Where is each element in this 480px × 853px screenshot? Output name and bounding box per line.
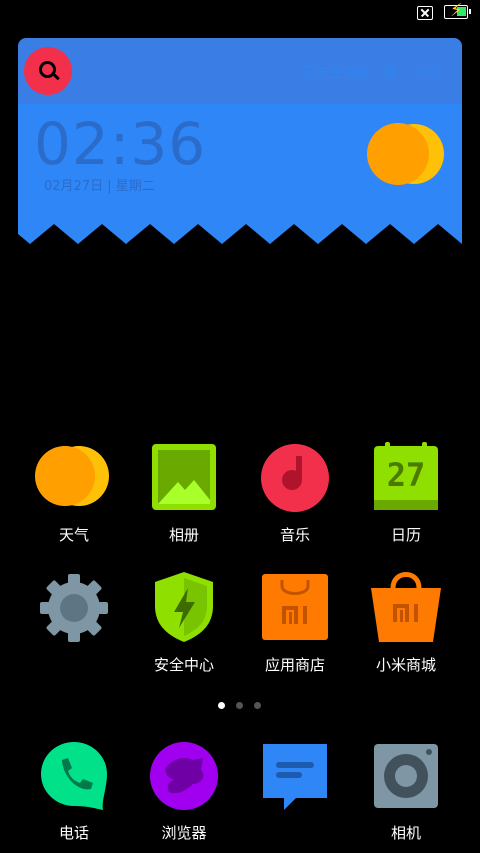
app-label: 小米商城 <box>375 656 436 674</box>
weather-sun-icon <box>367 123 444 185</box>
weather-summary[interactable]: 安宁庄南路 霾 7℃ <box>303 62 440 81</box>
app-label: 相册 <box>168 526 199 544</box>
sim-missing-icon <box>417 6 433 20</box>
app-store[interactable]: 应用商店 <box>240 572 350 675</box>
weather-sun-icon <box>35 446 109 506</box>
app-label: 应用商店 <box>264 656 325 674</box>
app-calendar[interactable]: 27 日历 <box>351 442 461 545</box>
app-label: 音乐 <box>279 526 310 544</box>
settings-gear-icon <box>40 574 108 642</box>
dock-camera[interactable]: 相机 <box>351 740 461 843</box>
weather-condition: 霾 <box>384 66 398 81</box>
security-shield-icon <box>155 572 213 642</box>
page-dot[interactable] <box>254 702 261 709</box>
search-button[interactable] <box>24 47 72 95</box>
music-icon <box>261 444 329 512</box>
app-gallery[interactable]: 相册 <box>129 442 239 545</box>
calendar-day: 27 <box>386 456 426 494</box>
status-bar: ⚡ <box>0 0 480 28</box>
camera-icon <box>374 744 438 808</box>
mi-store-icon <box>371 572 441 642</box>
app-label: 日历 <box>390 526 421 544</box>
browser-icon <box>150 742 218 810</box>
app-music[interactable]: 音乐 <box>240 442 350 545</box>
page-dot-active[interactable] <box>218 702 225 709</box>
app-label: 天气 <box>58 526 89 544</box>
dock-messages[interactable] <box>240 740 350 822</box>
dock-browser[interactable]: 浏览器 <box>129 740 239 843</box>
app-weather[interactable]: 天气 <box>19 442 129 545</box>
app-label: 浏览器 <box>161 824 207 842</box>
app-label: 安全中心 <box>153 656 214 674</box>
temperature: 7℃ <box>416 66 440 81</box>
gallery-icon <box>152 444 216 510</box>
app-label: 相机 <box>390 824 421 842</box>
app-settings[interactable] <box>19 572 129 654</box>
weather-clock-widget[interactable]: 安宁庄南路 霾 7℃ 02:36 02月27日 | 星期二 <box>18 38 462 244</box>
app-mi-store[interactable]: 小米商城 <box>351 572 461 675</box>
app-store-icon <box>262 574 328 640</box>
clock-date: 02月27日 | 星期二 <box>44 179 155 194</box>
app-label: 电话 <box>58 824 89 842</box>
app-security-center[interactable]: 安全中心 <box>129 572 239 675</box>
messages-icon <box>263 744 327 810</box>
charging-bolt-icon: ⚡ <box>450 0 463 21</box>
page-dot[interactable] <box>236 702 243 709</box>
dock-phone[interactable]: 电话 <box>19 740 129 843</box>
location-label: 安宁庄南路 <box>302 66 371 81</box>
phone-icon <box>41 742 107 810</box>
clock-time[interactable]: 02:36 <box>34 110 206 178</box>
page-indicator <box>0 702 480 712</box>
